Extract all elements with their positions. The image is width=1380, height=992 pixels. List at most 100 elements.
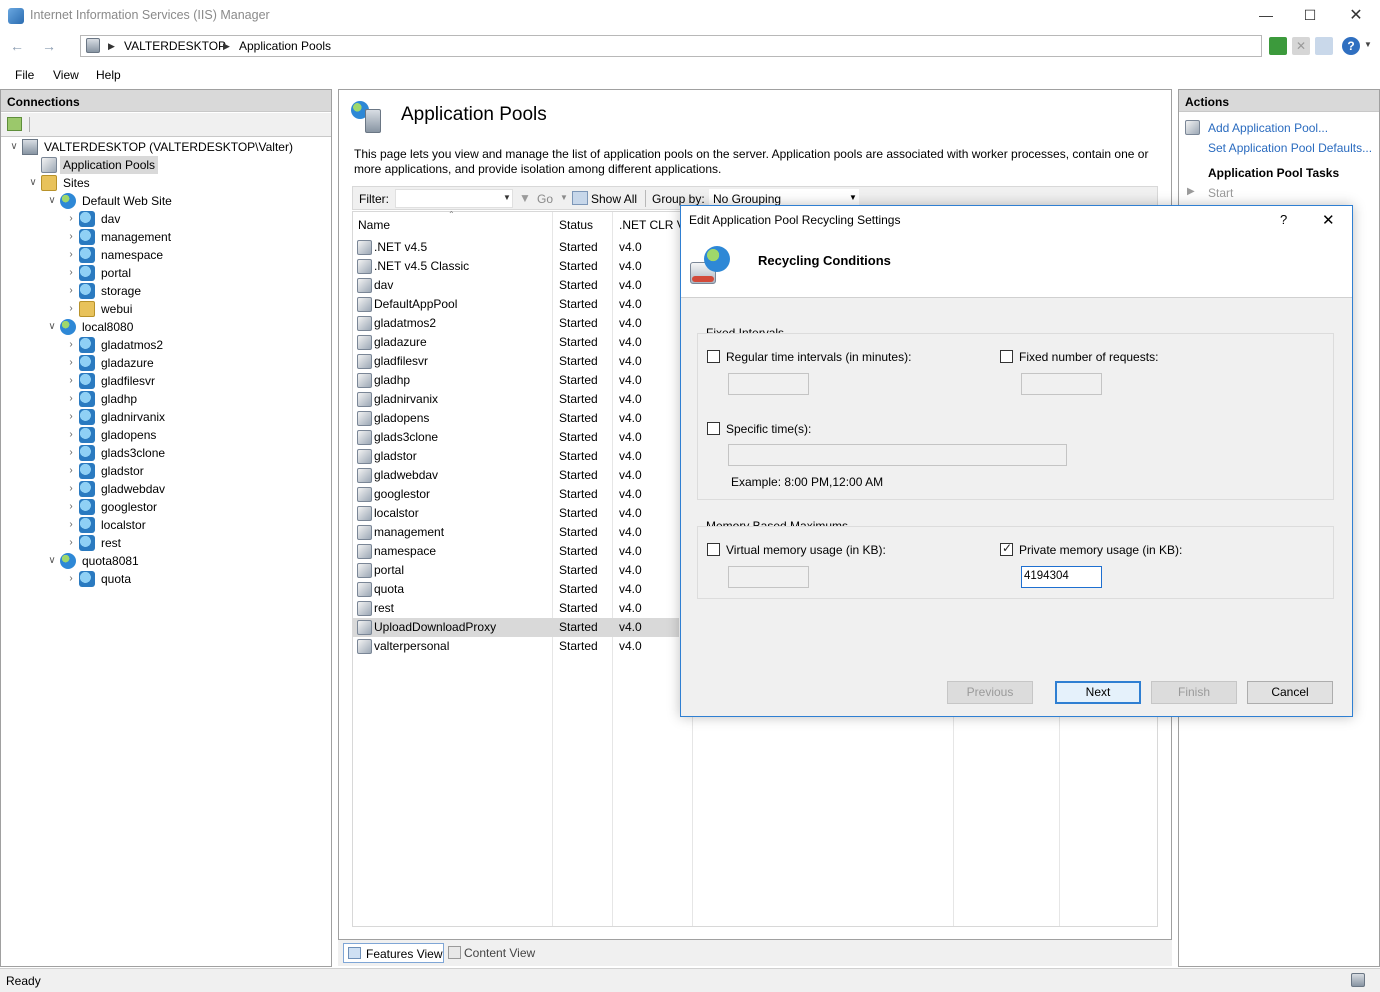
help-icon[interactable]: ?: [1342, 37, 1360, 55]
tab-features-view[interactable]: Features View: [343, 943, 444, 963]
menu-help[interactable]: Help: [96, 68, 121, 82]
collapsed-chevron-icon[interactable]: ›: [65, 264, 77, 282]
column-header-status[interactable]: Status: [559, 218, 593, 232]
expanded-chevron-icon[interactable]: ∨: [46, 552, 58, 570]
specific-times-checkbox[interactable]: [707, 422, 720, 435]
table-row[interactable]: DefaultAppPool Started v4.0: [353, 295, 679, 314]
pool-clr-cell: v4.0: [619, 354, 642, 368]
table-row[interactable]: gladatmos2 Started v4.0: [353, 314, 679, 333]
table-row[interactable]: localstor Started v4.0: [353, 504, 679, 523]
collapsed-chevron-icon[interactable]: ›: [65, 246, 77, 264]
table-row[interactable]: .NET v4.5 Started v4.0: [353, 238, 679, 257]
regular-time-input[interactable]: [728, 373, 809, 395]
app-pool-icon: [357, 525, 372, 540]
help-dropdown-icon[interactable]: ▼: [1364, 40, 1372, 49]
menu-view[interactable]: View: [53, 68, 79, 82]
table-row[interactable]: gladopens Started v4.0: [353, 409, 679, 428]
breadcrumb-server[interactable]: VALTERDESKTOP: [124, 39, 226, 53]
pool-clr-cell: v4.0: [619, 335, 642, 349]
dialog-close-icon[interactable]: ✕: [1322, 211, 1335, 229]
back-arrow-icon[interactable]: ←: [5, 35, 29, 57]
collapsed-chevron-icon[interactable]: ›: [65, 354, 77, 372]
cancel-button[interactable]: Cancel: [1247, 681, 1333, 704]
tab-content-view[interactable]: Content View: [446, 943, 546, 963]
virtual-memory-input[interactable]: [728, 566, 809, 588]
home-icon[interactable]: [1315, 37, 1333, 55]
regular-time-checkbox[interactable]: [707, 350, 720, 363]
table-row[interactable]: rest Started v4.0: [353, 599, 679, 618]
table-row[interactable]: googlestor Started v4.0: [353, 485, 679, 504]
fixed-requests-checkbox[interactable]: [1000, 350, 1013, 363]
minimize-icon[interactable]: —: [1243, 0, 1289, 30]
table-row[interactable]: gladstor Started v4.0: [353, 447, 679, 466]
table-row[interactable]: gladwebdav Started v4.0: [353, 466, 679, 485]
address-path[interactable]: ▶ VALTERDESKTOP ▶ Application Pools: [80, 35, 1262, 57]
table-row[interactable]: management Started v4.0: [353, 523, 679, 542]
stop-icon[interactable]: ✕: [1292, 37, 1310, 55]
close-window-icon[interactable]: ✕: [1333, 0, 1379, 30]
expanded-chevron-icon[interactable]: ∨: [8, 138, 20, 156]
private-memory-input[interactable]: 4194304: [1021, 566, 1102, 588]
menu-file[interactable]: File: [15, 68, 34, 82]
pool-clr-cell: v4.0: [619, 430, 642, 444]
finish-button[interactable]: Finish: [1151, 681, 1237, 704]
collapsed-chevron-icon[interactable]: ›: [65, 282, 77, 300]
previous-button[interactable]: Previous: [947, 681, 1033, 704]
go-button[interactable]: Go: [537, 192, 553, 206]
forward-arrow-icon[interactable]: →: [37, 35, 61, 57]
tab-features-view-label: Features View: [366, 947, 443, 961]
filter-dropdown-icon[interactable]: ▼: [503, 193, 511, 202]
maximize-icon[interactable]: ☐: [1287, 0, 1333, 30]
connect-icon[interactable]: [7, 117, 22, 131]
collapsed-chevron-icon[interactable]: ›: [65, 498, 77, 516]
column-header-name[interactable]: Name: [358, 218, 390, 232]
tree-item-label: gladhp: [101, 392, 138, 406]
table-row[interactable]: quota Started v4.0: [353, 580, 679, 599]
collapsed-chevron-icon[interactable]: ›: [65, 408, 77, 426]
dialog-help-icon[interactable]: ?: [1280, 212, 1287, 227]
collapsed-chevron-icon[interactable]: ›: [65, 228, 77, 246]
pool-status-cell: Started: [559, 620, 598, 634]
next-button[interactable]: Next: [1055, 681, 1141, 704]
collapsed-chevron-icon[interactable]: ›: [65, 300, 77, 318]
add-application-pool-link[interactable]: Add Application Pool...: [1208, 121, 1328, 135]
collapsed-chevron-icon[interactable]: ›: [65, 210, 77, 228]
collapsed-chevron-icon[interactable]: ›: [65, 390, 77, 408]
collapsed-chevron-icon[interactable]: ›: [65, 480, 77, 498]
filter-input[interactable]: [395, 189, 513, 208]
table-row[interactable]: namespace Started v4.0: [353, 542, 679, 561]
collapsed-chevron-icon[interactable]: ›: [65, 372, 77, 390]
collapsed-chevron-icon[interactable]: ›: [65, 426, 77, 444]
table-row[interactable]: glads3clone Started v4.0: [353, 428, 679, 447]
pool-name-cell: .NET v4.5: [374, 240, 428, 254]
table-row[interactable]: gladazure Started v4.0: [353, 333, 679, 352]
fixed-requests-input[interactable]: [1021, 373, 1102, 395]
table-row[interactable]: gladhp Started v4.0: [353, 371, 679, 390]
collapsed-chevron-icon[interactable]: ›: [65, 570, 77, 588]
table-row[interactable]: portal Started v4.0: [353, 561, 679, 580]
collapsed-chevron-icon[interactable]: ›: [65, 462, 77, 480]
collapsed-chevron-icon[interactable]: ›: [65, 444, 77, 462]
table-row[interactable]: .NET v4.5 Classic Started v4.0: [353, 257, 679, 276]
start-action[interactable]: Start: [1208, 186, 1233, 200]
table-row[interactable]: gladfilesvr Started v4.0: [353, 352, 679, 371]
expanded-chevron-icon[interactable]: ∨: [27, 174, 39, 192]
collapsed-chevron-icon[interactable]: ›: [65, 516, 77, 534]
virtual-memory-checkbox[interactable]: [707, 543, 720, 556]
specific-times-input[interactable]: [728, 444, 1067, 466]
breadcrumb-application-pools[interactable]: Application Pools: [239, 39, 331, 53]
expanded-chevron-icon[interactable]: ∨: [46, 318, 58, 336]
show-all-button[interactable]: Show All: [591, 192, 637, 206]
collapsed-chevron-icon[interactable]: ›: [65, 534, 77, 552]
table-row[interactable]: dav Started v4.0: [353, 276, 679, 295]
table-row[interactable]: valterpersonal Started v4.0: [353, 637, 679, 656]
go-dropdown-icon[interactable]: ▼: [560, 193, 568, 202]
collapsed-chevron-icon[interactable]: ›: [65, 336, 77, 354]
table-row[interactable]: UploadDownloadProxy Started v4.0: [353, 618, 679, 637]
refresh-icon[interactable]: [1269, 37, 1287, 55]
set-pool-defaults-link[interactable]: Set Application Pool Defaults...: [1208, 141, 1372, 155]
expanded-chevron-icon[interactable]: ∨: [46, 192, 58, 210]
table-row[interactable]: gladnirvanix Started v4.0: [353, 390, 679, 409]
app-pool-icon: [357, 316, 372, 331]
private-memory-checkbox[interactable]: [1000, 541, 1013, 556]
